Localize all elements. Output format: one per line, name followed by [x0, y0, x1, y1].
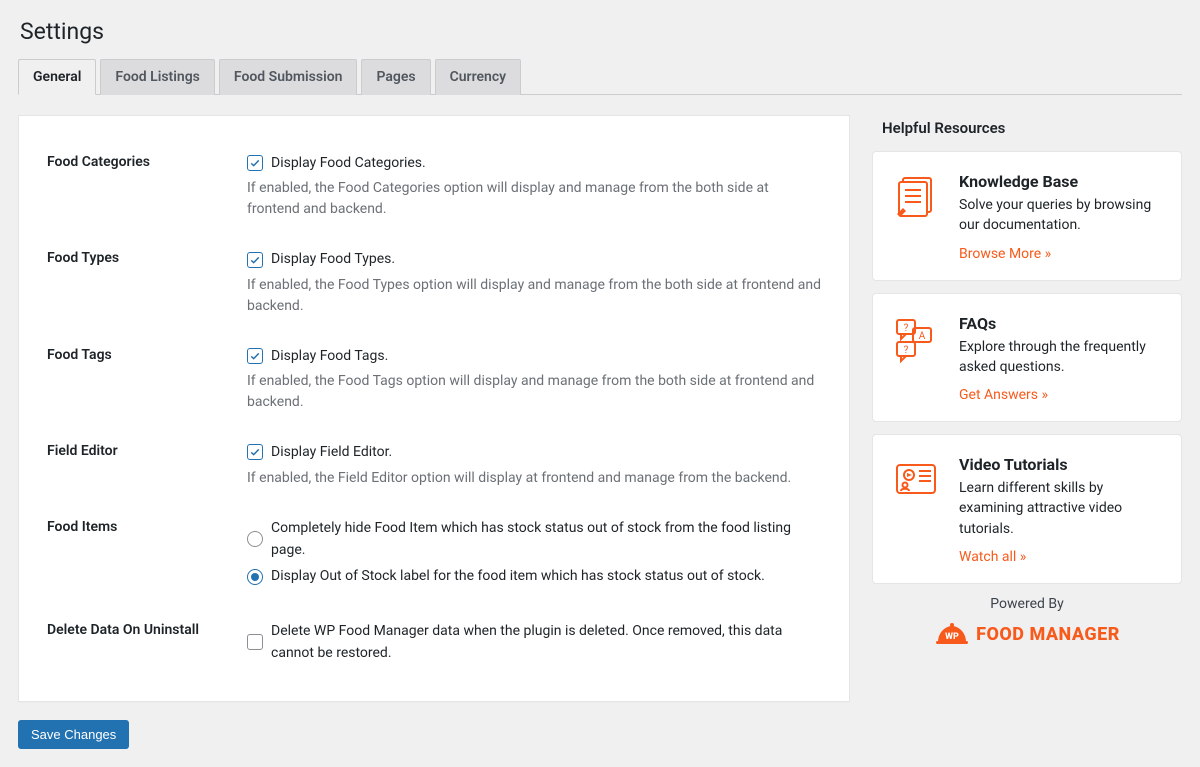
- checkbox-label: Display Food Categories.: [271, 152, 426, 174]
- label-food-types: Food Types: [47, 248, 247, 266]
- checkbox-food-categories[interactable]: [247, 155, 263, 171]
- page-title: Settings: [20, 18, 1182, 45]
- video-icon: [891, 455, 941, 505]
- sidebar: Helpful Resources Knowledge Base Solve y…: [872, 115, 1182, 648]
- radio-hide-out-of-stock[interactable]: [247, 531, 263, 547]
- tab-pages[interactable]: Pages: [361, 59, 430, 95]
- radio-label: Display Out of Stock label for the food …: [271, 565, 765, 587]
- desc-food-types: If enabled, the Food Types option will d…: [247, 275, 821, 317]
- radio-show-label-out-of-stock[interactable]: [247, 569, 263, 585]
- checkbox-delete-data[interactable]: [247, 634, 263, 650]
- card-video-tutorials: Video Tutorials Learn different skills b…: [872, 434, 1182, 584]
- card-title: FAQs: [959, 314, 1163, 333]
- label-food-items: Food Items: [47, 517, 247, 535]
- checkbox-food-tags[interactable]: [247, 348, 263, 364]
- checkbox-label: Display Field Editor.: [271, 441, 392, 463]
- settings-panel: Food Categories Display Food Categories.…: [18, 115, 850, 702]
- sidebar-heading: Helpful Resources: [882, 119, 1182, 137]
- checkbox-label: Display Food Types.: [271, 248, 395, 270]
- faq-icon: ? A ?: [891, 314, 941, 364]
- card-desc: Learn different skills by examining attr…: [959, 478, 1163, 539]
- tab-general[interactable]: General: [18, 59, 96, 95]
- checkbox-field-editor[interactable]: [247, 444, 263, 460]
- label-food-tags: Food Tags: [47, 345, 247, 363]
- brand-logo: WP FOOD MANAGER: [872, 620, 1182, 648]
- checkbox-label: Display Food Tags.: [271, 345, 388, 367]
- powered-by-text: Powered By: [872, 596, 1182, 612]
- card-desc: Solve your queries by browsing our docum…: [959, 195, 1163, 236]
- logo-badge-text: WP: [945, 632, 959, 642]
- tab-currency[interactable]: Currency: [435, 59, 522, 95]
- link-watch-all[interactable]: Watch all »: [959, 549, 1026, 565]
- svg-text:A: A: [919, 331, 926, 342]
- label-food-categories: Food Categories: [47, 152, 247, 170]
- save-changes-button[interactable]: Save Changes: [18, 720, 129, 749]
- tab-food-listings[interactable]: Food Listings: [100, 59, 215, 95]
- card-knowledge-base: Knowledge Base Solve your queries by bro…: [872, 151, 1182, 281]
- label-field-editor: Field Editor: [47, 441, 247, 459]
- checkbox-food-types[interactable]: [247, 252, 263, 268]
- label-delete-data: Delete Data On Uninstall: [47, 620, 247, 638]
- card-desc: Explore through the frequently asked que…: [959, 337, 1163, 378]
- checkbox-label: Delete WP Food Manager data when the plu…: [271, 620, 821, 665]
- card-title: Knowledge Base: [959, 172, 1163, 191]
- desc-food-tags: If enabled, the Food Tags option will di…: [247, 371, 821, 413]
- card-title: Video Tutorials: [959, 455, 1163, 474]
- knowledge-base-icon: [891, 172, 941, 222]
- svg-text:?: ?: [904, 345, 909, 356]
- link-get-answers[interactable]: Get Answers »: [959, 387, 1048, 403]
- card-faqs: ? A ? FAQs Explore through the frequentl…: [872, 293, 1182, 423]
- link-browse-more[interactable]: Browse More »: [959, 246, 1051, 262]
- logo-text: FOOD MANAGER: [976, 624, 1120, 645]
- desc-food-categories: If enabled, the Food Categories option w…: [247, 178, 821, 220]
- desc-field-editor: If enabled, the Field Editor option will…: [247, 468, 821, 489]
- svg-text:?: ?: [904, 323, 909, 334]
- settings-tabs: General Food Listings Food Submission Pa…: [18, 59, 1182, 95]
- cloche-icon: WP: [934, 620, 970, 648]
- radio-label: Completely hide Food Item which has stoc…: [271, 517, 821, 562]
- tab-food-submission[interactable]: Food Submission: [219, 59, 358, 95]
